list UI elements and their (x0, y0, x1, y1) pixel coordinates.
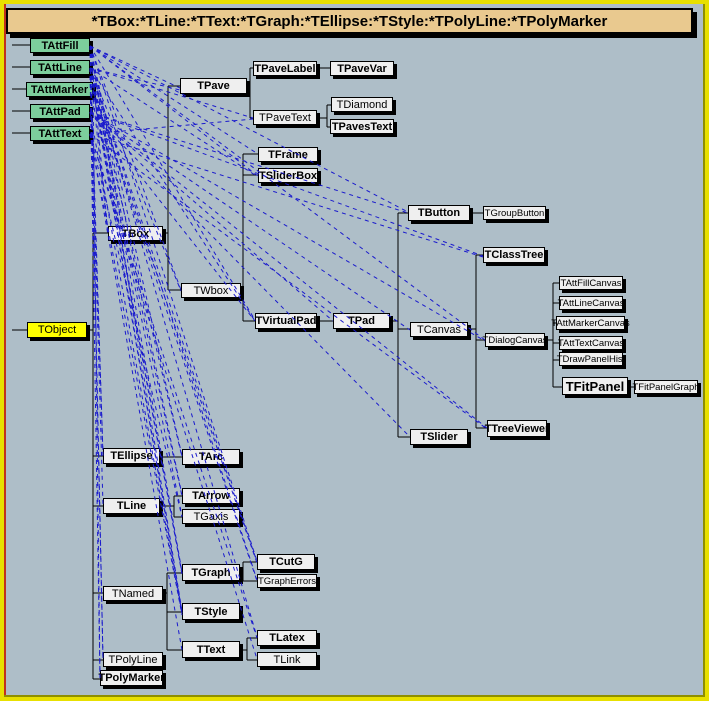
node-tnamed[interactable]: TNamed (103, 586, 163, 601)
node-tfitpanelgraph[interactable]: TFitPanelGraph (634, 380, 698, 394)
node-tslider[interactable]: TSlider (410, 429, 468, 445)
node-tattlinecanvas[interactable]: TAttLineCanvas (559, 296, 623, 310)
frame-accent-bottom (4, 695, 705, 697)
node-tstyle[interactable]: TStyle (182, 603, 240, 620)
node-ttext[interactable]: TText (182, 641, 240, 658)
node-tline[interactable]: TLine (103, 498, 160, 514)
node-tattfillcanvas[interactable]: TAttFillCanvas (559, 276, 623, 290)
node-tgraph[interactable]: TGraph (182, 564, 240, 581)
node-tpolymarker[interactable]: TPolyMarker (100, 670, 163, 686)
node-tcanvas[interactable]: TCanvas (410, 322, 468, 337)
node-tclasstree[interactable]: TClassTree (483, 247, 545, 263)
node-tgaxis[interactable]: TGaxis (182, 509, 240, 524)
node-tlink[interactable]: TLink (257, 652, 317, 667)
node-tatttext[interactable]: TAttText (30, 126, 90, 141)
node-tobject[interactable]: TObject (27, 322, 87, 338)
node-tdiamond[interactable]: TDiamond (331, 97, 393, 112)
node-tpavetext[interactable]: TPaveText (253, 110, 317, 125)
node-tarrow[interactable]: TArrow (182, 488, 240, 504)
node-tcutg[interactable]: TCutG (257, 554, 315, 570)
node-tpolyline[interactable]: TPolyLine (103, 652, 163, 667)
node-tattmarker[interactable]: TAttMarker (26, 82, 93, 97)
node-tgroupbutton[interactable]: TGroupButton (483, 206, 546, 220)
node-tframe[interactable]: TFrame (258, 147, 318, 162)
node-tbox[interactable]: TBox (108, 226, 163, 241)
node-tpavevar[interactable]: TPaveVar (330, 61, 394, 76)
node-tarc[interactable]: TArc (182, 449, 240, 465)
frame-border-right (705, 0, 709, 701)
node-tpad[interactable]: TPad (333, 313, 390, 329)
node-tattpad[interactable]: TAttPad (30, 104, 90, 119)
node-tsliderbox[interactable]: TSliderBox (258, 168, 318, 183)
node-tlatex[interactable]: TLatex (257, 630, 317, 646)
node-tpave[interactable]: TPave (180, 78, 247, 94)
frame-accent-right (703, 4, 705, 697)
node-twbox[interactable]: TWbox (181, 283, 241, 298)
diagram-title: *TBox:*TLine:*TText:*TGraph:*TEllipse:*T… (6, 8, 693, 34)
node-tellipse[interactable]: TEllipse (103, 448, 160, 464)
class-hierarchy-diagram: *TBox:*TLine:*TText:*TGraph:*TEllipse:*T… (0, 0, 709, 701)
frame-accent-left (4, 4, 6, 697)
frame-border-top (0, 0, 709, 4)
node-tatttextcanvas[interactable]: TAttTextCanvas (559, 336, 623, 350)
node-tattfill[interactable]: TAttFill (30, 38, 90, 53)
node-tbutton[interactable]: TButton (408, 205, 470, 221)
node-ttreeviewer[interactable]: TTreeViewer (487, 420, 547, 437)
node-tgrapherrors[interactable]: TGraphErrors (257, 574, 317, 588)
node-tpavestext[interactable]: TPavesText (330, 119, 394, 134)
node-tdrawpanelhist[interactable]: TDrawPanelHist (559, 352, 623, 366)
node-tattline[interactable]: TAttLine (30, 60, 90, 75)
node-tdialogcanvas[interactable]: TDialogCanvas (485, 333, 545, 347)
node-tattmarkercanvas[interactable]: TAttMarkerCanvas (556, 316, 625, 330)
node-tfitpanel[interactable]: TFitPanel (562, 377, 628, 395)
frame-border-bottom (0, 697, 709, 701)
node-tpavelabel[interactable]: TPaveLabel (253, 61, 317, 76)
node-tvirtualpad[interactable]: TVirtualPad (255, 313, 317, 329)
